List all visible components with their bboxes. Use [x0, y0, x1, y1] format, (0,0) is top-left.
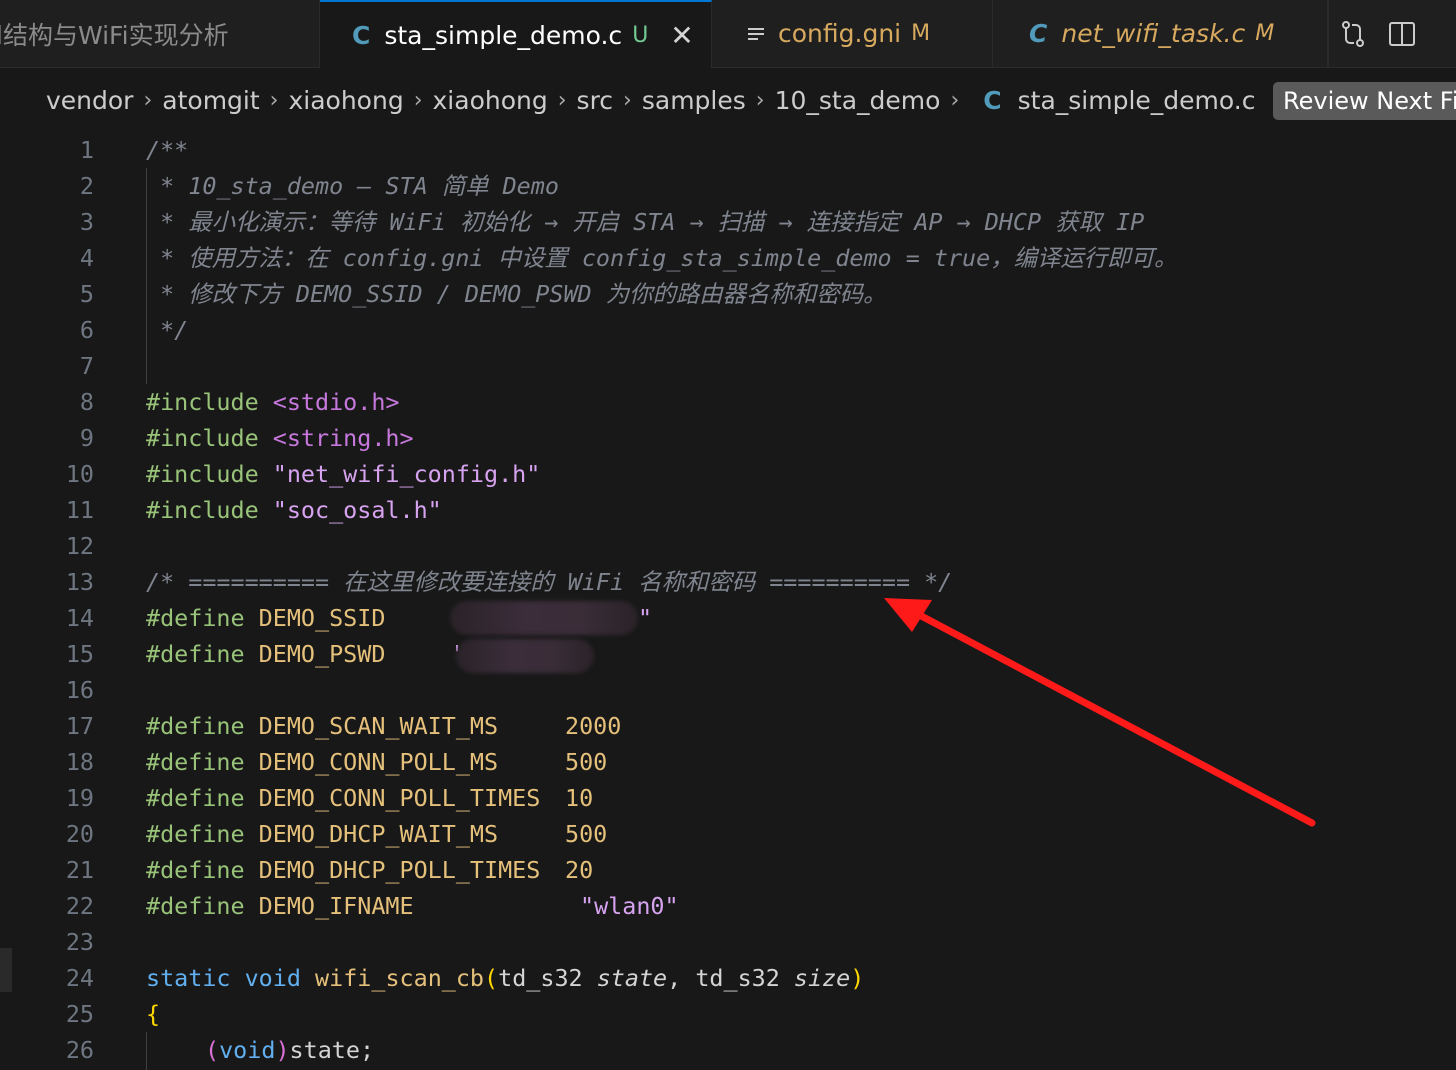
untracked-mark: U	[632, 22, 649, 48]
breadcrumb-item[interactable]: vendor	[46, 86, 133, 115]
breadcrumb-item[interactable]: samples	[642, 86, 746, 115]
breadcrumb-item[interactable]: 10_sta_demo	[775, 86, 941, 115]
chevron-right-icon: ›	[755, 87, 765, 113]
breadcrumb-file[interactable]: sta_simple_demo.c	[1018, 86, 1256, 115]
modified-mark: M	[1255, 21, 1275, 46]
c-file-icon: C	[352, 20, 371, 50]
c-file-icon: C	[1029, 19, 1048, 48]
chevron-right-icon: ›	[557, 87, 567, 113]
tab-label: l结构与WiFi实现分析	[0, 20, 229, 50]
compare-changes-icon[interactable]	[1338, 19, 1368, 49]
chevron-right-icon: ›	[413, 87, 423, 113]
annotation-arrow	[884, 598, 1316, 827]
breadcrumb-item[interactable]: src	[577, 86, 614, 115]
review-next-file-button[interactable]: Review Next File	[1273, 82, 1456, 120]
tab-sta-simple-demo[interactable]: C sta_simple_demo.c U ✕	[320, 0, 712, 68]
chevron-right-icon: ›	[269, 87, 279, 113]
close-icon[interactable]: ✕	[670, 19, 693, 52]
tab-label: sta_simple_demo.c	[384, 20, 623, 50]
breadcrumb-item[interactable]: xiaohong	[433, 86, 548, 115]
code-editor[interactable]: 1/** 2 * 10_sta_demo — STA 简单 Demo 3 * 最…	[0, 132, 1456, 1070]
chevron-right-icon: ›	[950, 87, 960, 113]
chevron-right-icon: ›	[623, 87, 632, 113]
breadcrumb-item[interactable]: xiaohong	[288, 86, 403, 115]
tab-analysis-doc[interactable]: l结构与WiFi实现分析	[0, 0, 320, 67]
tab-label: net_wifi_task.c	[1061, 19, 1246, 48]
breadcrumb-item[interactable]: atomgit	[162, 86, 259, 115]
tab-config-gni[interactable]: config.gni M	[712, 0, 993, 67]
split-editor-icon[interactable]	[1388, 20, 1416, 48]
tab-label: config.gni	[778, 19, 902, 48]
lines-icon	[748, 25, 764, 43]
breadcrumb: vendor › atomgit › xiaohong › xiaohong › src…	[0, 68, 1456, 132]
editor-tab-bar: l结构与WiFi实现分析 C sta_simple_demo.c U ✕ con…	[0, 0, 1456, 68]
tab-net-wifi-task[interactable]: C net_wifi_task.c M	[993, 0, 1329, 67]
editor-actions	[1327, 0, 1456, 67]
c-file-icon: C	[983, 85, 1002, 115]
chevron-right-icon: ›	[143, 87, 153, 113]
modified-mark: M	[911, 21, 931, 46]
